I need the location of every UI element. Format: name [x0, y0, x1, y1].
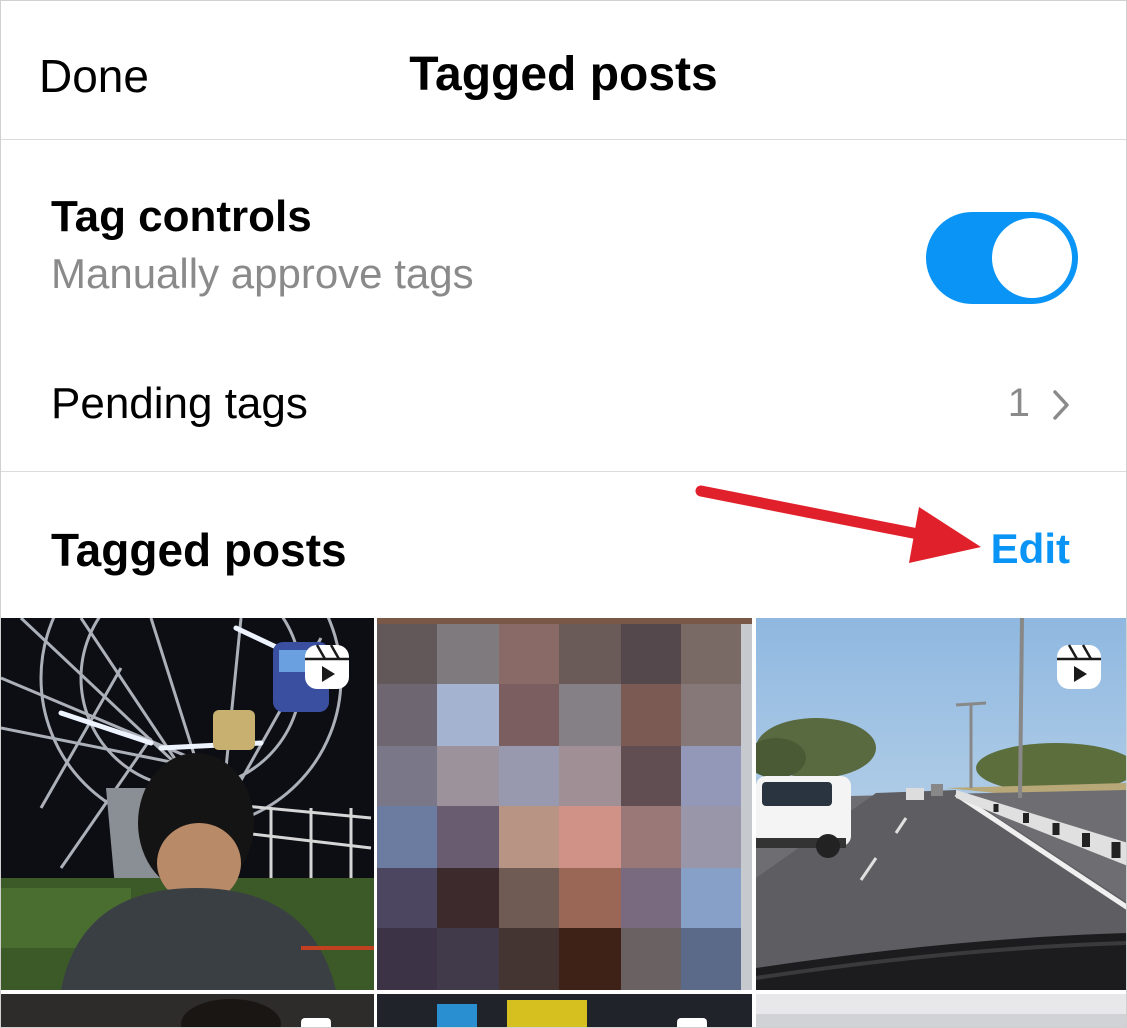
post-tile-partial-2[interactable]	[377, 994, 752, 1027]
toggle-knob	[992, 218, 1072, 298]
reel-icon	[1057, 644, 1101, 689]
pending-tags-row[interactable]: Pending tags 1	[1, 341, 1126, 472]
arrow-annotation	[695, 485, 981, 563]
pixelated-image	[377, 618, 752, 990]
partial-image-1	[1, 994, 374, 1027]
post-tile-partial-1[interactable]	[1, 994, 374, 1027]
page-title: Tagged posts	[409, 48, 718, 101]
post-tile-highway[interactable]	[756, 618, 1126, 990]
edit-button[interactable]: Edit	[991, 525, 1070, 573]
post-tile-ferris-wheel[interactable]	[1, 618, 374, 990]
partial-image-2	[377, 994, 752, 1027]
nav-header: Done Tagged posts	[1, 1, 1126, 140]
chevron-right-icon	[1053, 390, 1069, 420]
tagged-posts-title: Tagged posts	[51, 524, 347, 576]
reel-icon	[305, 644, 349, 689]
tag-controls-subtitle: Manually approve tags	[51, 250, 474, 297]
tag-controls-title: Tag controls	[51, 192, 312, 241]
tag-controls-row: Tag controls Manually approve tags	[1, 140, 1126, 330]
post-tile-pixelated[interactable]	[377, 618, 752, 990]
tagged-posts-screen: Done Tagged posts Tag controls Manually …	[0, 0, 1127, 1028]
pending-tags-count: 1	[1007, 381, 1030, 425]
pending-tags-label: Pending tags	[51, 379, 308, 428]
partial-image-3	[756, 994, 1126, 1027]
tagged-posts-grid	[1, 618, 1126, 1027]
manual-approve-toggle[interactable]	[926, 212, 1078, 304]
post-tile-partial-3[interactable]	[756, 994, 1126, 1027]
